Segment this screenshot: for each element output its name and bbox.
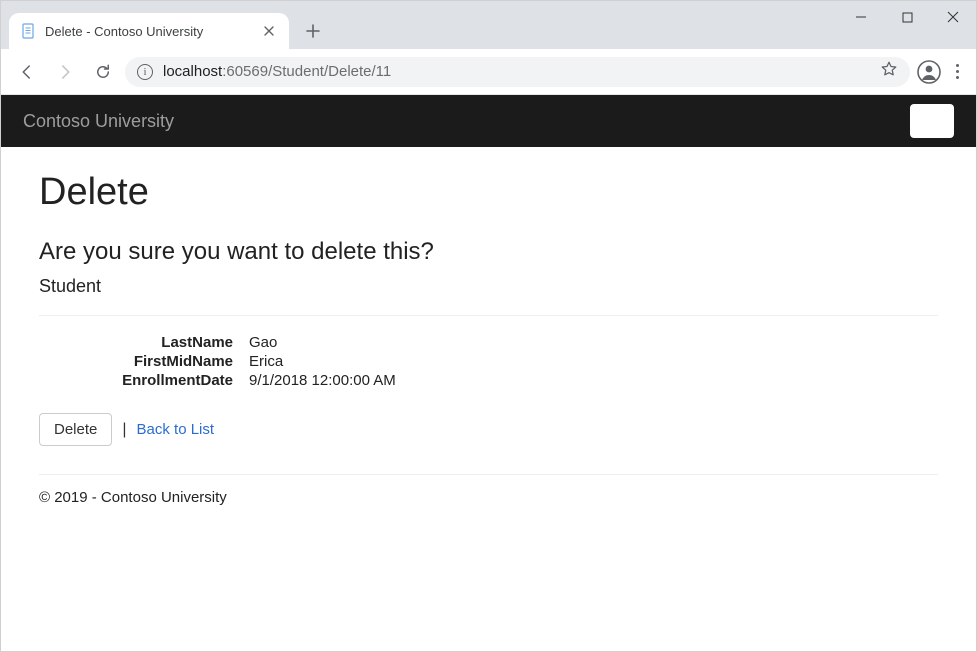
toolbar: i localhost:60569/Student/Delete/11 (1, 49, 976, 95)
entity-heading: Student (39, 276, 938, 297)
nav-reload-button[interactable] (87, 56, 119, 88)
tab-title: Delete - Contoso University (45, 24, 253, 39)
footer-text: © 2019 - Contoso University (39, 489, 938, 506)
nav-back-button[interactable] (11, 56, 43, 88)
window-maximize-button[interactable] (884, 1, 930, 33)
profile-avatar-icon[interactable] (916, 59, 942, 85)
action-separator: | (122, 421, 126, 439)
browser-menu-icon[interactable] (948, 64, 966, 79)
new-tab-button[interactable] (299, 17, 327, 45)
confirm-heading: Are you sure you want to delete this? (39, 238, 938, 266)
field-value-lastname: Gao (249, 334, 938, 351)
delete-button[interactable]: Delete (39, 413, 112, 446)
back-to-list-link[interactable]: Back to List (137, 421, 215, 438)
footer-divider (39, 474, 938, 475)
browser-window: Delete - Contoso University (0, 0, 977, 652)
window-close-button[interactable] (930, 1, 976, 33)
field-label-firstmidname: FirstMidName (39, 353, 249, 370)
field-value-firstmidname: Erica (249, 353, 938, 370)
url-path: /Student/Delete/11 (268, 63, 391, 80)
url-port: :60569 (222, 63, 268, 80)
nav-forward-button[interactable] (49, 56, 81, 88)
window-controls (838, 1, 976, 33)
bookmark-star-icon[interactable] (880, 60, 898, 83)
title-bar: Delete - Contoso University (1, 1, 976, 49)
form-actions: Delete | Back to List (39, 413, 938, 446)
field-label-lastname: LastName (39, 334, 249, 351)
tab-close-icon[interactable] (261, 23, 277, 39)
field-label-enrollmentdate: EnrollmentDate (39, 372, 249, 389)
page-favicon-icon (21, 23, 37, 39)
divider (39, 315, 938, 316)
navbar-brand[interactable]: Contoso University (23, 111, 174, 132)
navbar-toggler-button[interactable] (910, 104, 954, 138)
page-container: Delete Are you sure you want to delete t… (1, 147, 976, 526)
site-navbar: Contoso University (1, 95, 976, 147)
browser-tab[interactable]: Delete - Contoso University (9, 13, 289, 49)
page-viewport: Contoso University Delete Are you sure y… (1, 95, 976, 651)
address-bar[interactable]: i localhost:60569/Student/Delete/11 (125, 57, 910, 87)
page-title: Delete (39, 171, 938, 214)
omnibox-actions (880, 60, 898, 83)
url-host: localhost (163, 63, 222, 80)
tabs-row: Delete - Contoso University (9, 1, 327, 49)
site-info-icon[interactable]: i (137, 64, 153, 80)
url-text: localhost:60569/Student/Delete/11 (163, 63, 391, 80)
window-minimize-button[interactable] (838, 1, 884, 33)
details-list: LastName Gao FirstMidName Erica Enrollme… (39, 334, 938, 389)
field-value-enrollmentdate: 9/1/2018 12:00:00 AM (249, 372, 938, 389)
